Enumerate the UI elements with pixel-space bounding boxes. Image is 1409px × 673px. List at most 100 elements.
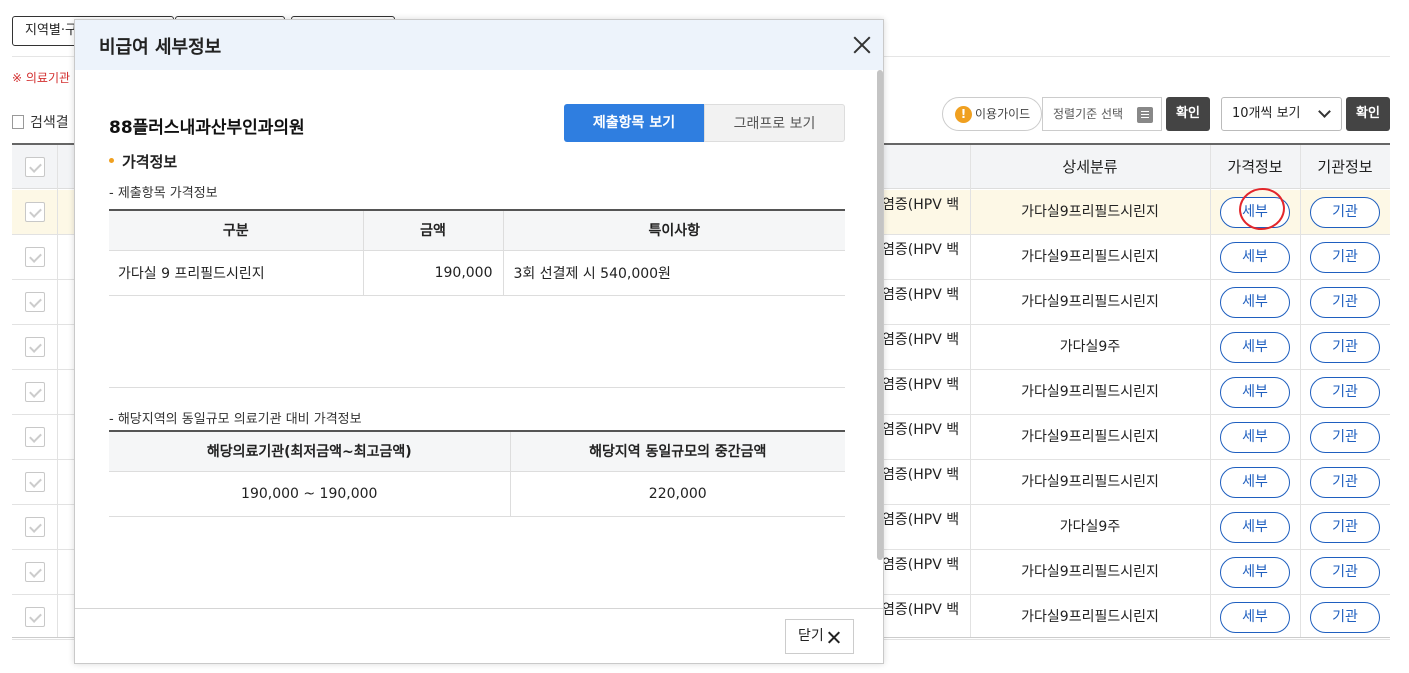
col-divider [1300, 145, 1301, 637]
subsection-title: - 해당지역의 동일규모 의료기관 대비 가격정보 [109, 412, 362, 427]
modal-scrollbar[interactable] [877, 70, 883, 560]
table-row: 190,000 ~ 190,000 220,000 [109, 471, 845, 517]
institution-button[interactable]: 기관 [1310, 467, 1380, 498]
price-detail-button[interactable]: 세부 [1220, 422, 1290, 453]
price-detail-button[interactable]: 세부 [1220, 467, 1290, 498]
institution-button[interactable]: 기관 [1310, 197, 1380, 228]
tab-graph[interactable]: 그래프로 보기 [704, 104, 845, 142]
detail-cell: 가다실9프리필드시린지 [1021, 564, 1159, 580]
condition-cell: 염증(HPV 백 [882, 422, 960, 438]
condition-cell: 염증(HPV 백 [882, 467, 960, 483]
page-size-select[interactable]: 10개씩 보기 [1221, 97, 1342, 131]
detail-cell: 가다실9프리필드시린지 [1021, 249, 1159, 265]
row-checkbox[interactable] [25, 337, 45, 357]
row-checkbox[interactable] [25, 607, 45, 627]
row-checkbox[interactable] [25, 382, 45, 402]
close-icon[interactable] [851, 34, 873, 56]
table-cell: 190,000 ~ 190,000 [109, 471, 510, 517]
detail-cell: 가다실9프리필드시린지 [1021, 204, 1159, 220]
condition-cell: 염증(HPV 백 [882, 512, 960, 528]
institution-button[interactable]: 기관 [1310, 422, 1380, 453]
select-all-checkbox[interactable] [25, 157, 45, 177]
close-button-label: 닫기 [798, 628, 824, 644]
usage-guide-button[interactable]: ! 이용가이드 [942, 97, 1042, 131]
col-divider [1210, 145, 1211, 637]
region-filter-label: 지역별·구 [25, 23, 77, 38]
regional-price-table: 해당의료기관(최저금액~최고금액) 해당지역 동일규모의 중간금액 190,00… [109, 430, 845, 517]
document-icon [12, 115, 24, 129]
detail-cell: 가다실9프리필드시린지 [1021, 294, 1159, 310]
institution-button[interactable]: 기관 [1310, 602, 1380, 633]
price-detail-button[interactable]: 세부 [1220, 242, 1290, 273]
row-checkbox[interactable] [25, 427, 45, 447]
section-title: 가격정보 [109, 151, 177, 172]
close-icon [827, 631, 840, 644]
sort-select-label: 정렬기준 선택 [1053, 107, 1124, 121]
row-checkbox[interactable] [25, 292, 45, 312]
condition-cell: 염증(HPV 백 [882, 197, 960, 213]
condition-cell: 염증(HPV 백 [882, 332, 960, 348]
table-header-cell: 구분 [109, 209, 363, 251]
list-icon [1137, 107, 1153, 123]
row-checkbox[interactable] [25, 517, 45, 537]
detail-modal: 비급여 세부정보 88플러스내과산부인과의원 제출항목 보기 그래프로 보기 가… [74, 19, 884, 664]
price-detail-button[interactable]: 세부 [1220, 602, 1290, 633]
bullet-icon [109, 158, 114, 163]
institution-button[interactable]: 기관 [1310, 287, 1380, 318]
institution-button[interactable]: 기관 [1310, 512, 1380, 543]
price-detail-button[interactable]: 세부 [1220, 332, 1290, 363]
table-row: 가다실 9 프리필드시린지 190,000 3회 선결제 시 540,000원 [109, 250, 845, 296]
condition-cell: 염증(HPV 백 [882, 377, 960, 393]
condition-cell: 염증(HPV 백 [882, 557, 960, 573]
submitted-price-table: 구분 금액 특이사항 가다실 9 프리필드시린지 190,000 3회 선결제 … [109, 209, 845, 296]
price-detail-button[interactable]: 세부 [1220, 377, 1290, 408]
close-button[interactable]: 닫기 [785, 619, 854, 654]
col-divider [57, 145, 58, 637]
sort-select[interactable]: 정렬기준 선택 [1042, 97, 1162, 131]
price-detail-button[interactable]: 세부 [1220, 557, 1290, 588]
results-heading: 검색결 [12, 112, 69, 132]
col-divider [970, 145, 971, 637]
modal-header: 비급여 세부정보 [75, 20, 883, 70]
row-checkbox[interactable] [25, 472, 45, 492]
col-price-header: 가격정보 [1227, 158, 1283, 176]
table-cell: 220,000 [509, 471, 845, 517]
divider [109, 387, 845, 388]
institution-button[interactable]: 기관 [1310, 242, 1380, 273]
institution-button[interactable]: 기관 [1310, 332, 1380, 363]
condition-cell: 염증(HPV 백 [882, 287, 960, 303]
col-inst-header: 기관정보 [1317, 158, 1373, 176]
table-header-cell: 금액 [362, 209, 503, 251]
section-label: 가격정보 [122, 153, 178, 171]
condition-cell: 염증(HPV 백 [882, 602, 960, 618]
notice-text: ※ 의료기관 [12, 71, 71, 85]
detail-cell: 가다실9프리필드시린지 [1021, 474, 1159, 490]
row-checkbox[interactable] [25, 562, 45, 582]
institution-button[interactable]: 기관 [1310, 557, 1380, 588]
price-detail-button[interactable]: 세부 [1220, 512, 1290, 543]
col-detail-header: 상세분류 [1062, 158, 1118, 176]
detail-cell: 가다실9주 [1059, 519, 1121, 535]
page-size-label: 10개씩 보기 [1232, 106, 1301, 121]
row-checkbox[interactable] [25, 202, 45, 222]
table-header-cell: 해당의료기관(최저금액~최고금액) [109, 430, 510, 472]
detail-cell: 가다실9프리필드시린지 [1021, 609, 1159, 625]
page-size-confirm-button[interactable]: 확인 [1346, 97, 1390, 131]
institution-button[interactable]: 기관 [1310, 377, 1380, 408]
chevron-down-icon [1318, 105, 1331, 118]
results-label: 검색결 [30, 115, 69, 131]
table-header-cell: 특이사항 [502, 209, 845, 251]
subsection-title: - 제출항목 가격정보 [109, 186, 218, 201]
sort-confirm-button[interactable]: 확인 [1166, 97, 1210, 131]
table-header-cell: 해당지역 동일규모의 중간금액 [509, 430, 845, 472]
table-cell: 190,000 [362, 250, 503, 296]
row-checkbox[interactable] [25, 247, 45, 267]
table-cell: 3회 선결제 시 540,000원 [502, 250, 845, 296]
view-tabs: 제출항목 보기 그래프로 보기 [564, 104, 845, 142]
exclamation-icon: ! [955, 106, 972, 123]
table-cell: 가다실 9 프리필드시린지 [109, 250, 363, 296]
modal-title: 비급여 세부정보 [99, 37, 222, 58]
modal-footer-divider [75, 608, 883, 609]
tab-submitted-items[interactable]: 제출항목 보기 [564, 104, 704, 142]
price-detail-button[interactable]: 세부 [1220, 287, 1290, 318]
